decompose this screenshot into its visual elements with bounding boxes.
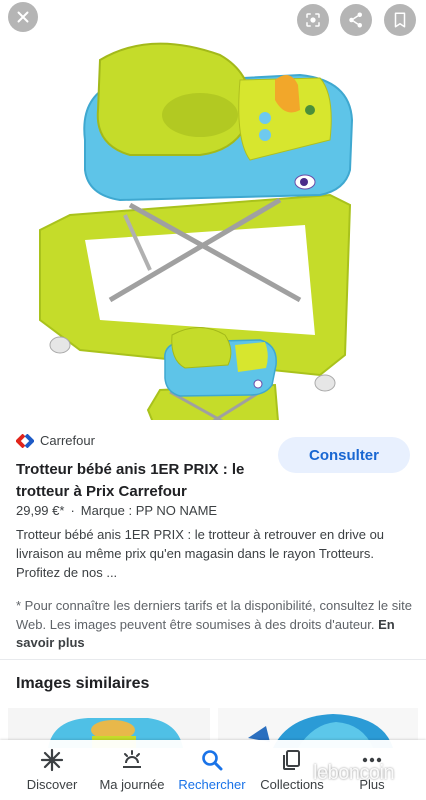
close-icon <box>17 11 29 23</box>
nav-label: Discover <box>26 777 78 792</box>
collections-icon <box>283 750 300 770</box>
price: 29,99 €* <box>16 503 65 518</box>
search-icon <box>202 750 223 771</box>
asterisk-icon <box>40 748 64 772</box>
nav-label: Rechercher <box>178 777 246 792</box>
similar-images-title: Images similaires <box>16 675 150 692</box>
brand: Marque : PP NO NAME <box>80 503 218 518</box>
baby-walker-image <box>39 42 354 420</box>
source-name: Carrefour <box>40 433 95 448</box>
copyright-notice: * Pour connaître les derniers tarifs et … <box>16 597 412 653</box>
share-icon <box>349 12 362 28</box>
nav-discover[interactable]: Discover <box>12 748 92 792</box>
product-image[interactable] <box>0 0 426 420</box>
nav-rechercher[interactable]: Rechercher <box>172 748 252 792</box>
carrefour-logo-icon <box>16 433 34 448</box>
nav-label: Ma journée <box>99 777 165 792</box>
result-title[interactable]: Trotteur bébé anis 1ER PRIX : le trotteu… <box>16 459 268 503</box>
meta-row: 29,99 €* · Marque : PP NO NAME <box>16 503 217 518</box>
section-divider <box>0 659 426 660</box>
nav-ma-journee[interactable]: Ma journée <box>92 748 172 792</box>
watermark: leboncoin <box>313 762 395 784</box>
journey-icon <box>123 750 141 768</box>
close-button[interactable] <box>8 2 38 32</box>
meta-separator: · <box>70 503 75 518</box>
result-description: Trotteur bébé anis 1ER PRIX : le trotteu… <box>16 527 385 580</box>
consult-button[interactable]: Consulter <box>278 437 410 473</box>
lens-icon <box>306 13 320 27</box>
bookmark-icon <box>394 12 406 28</box>
source-row[interactable]: Carrefour <box>16 433 95 448</box>
save-button[interactable] <box>384 4 416 36</box>
lens-button[interactable] <box>297 4 329 36</box>
notice-text: * Pour connaître les derniers tarifs et … <box>16 598 412 632</box>
share-button[interactable] <box>340 4 372 36</box>
